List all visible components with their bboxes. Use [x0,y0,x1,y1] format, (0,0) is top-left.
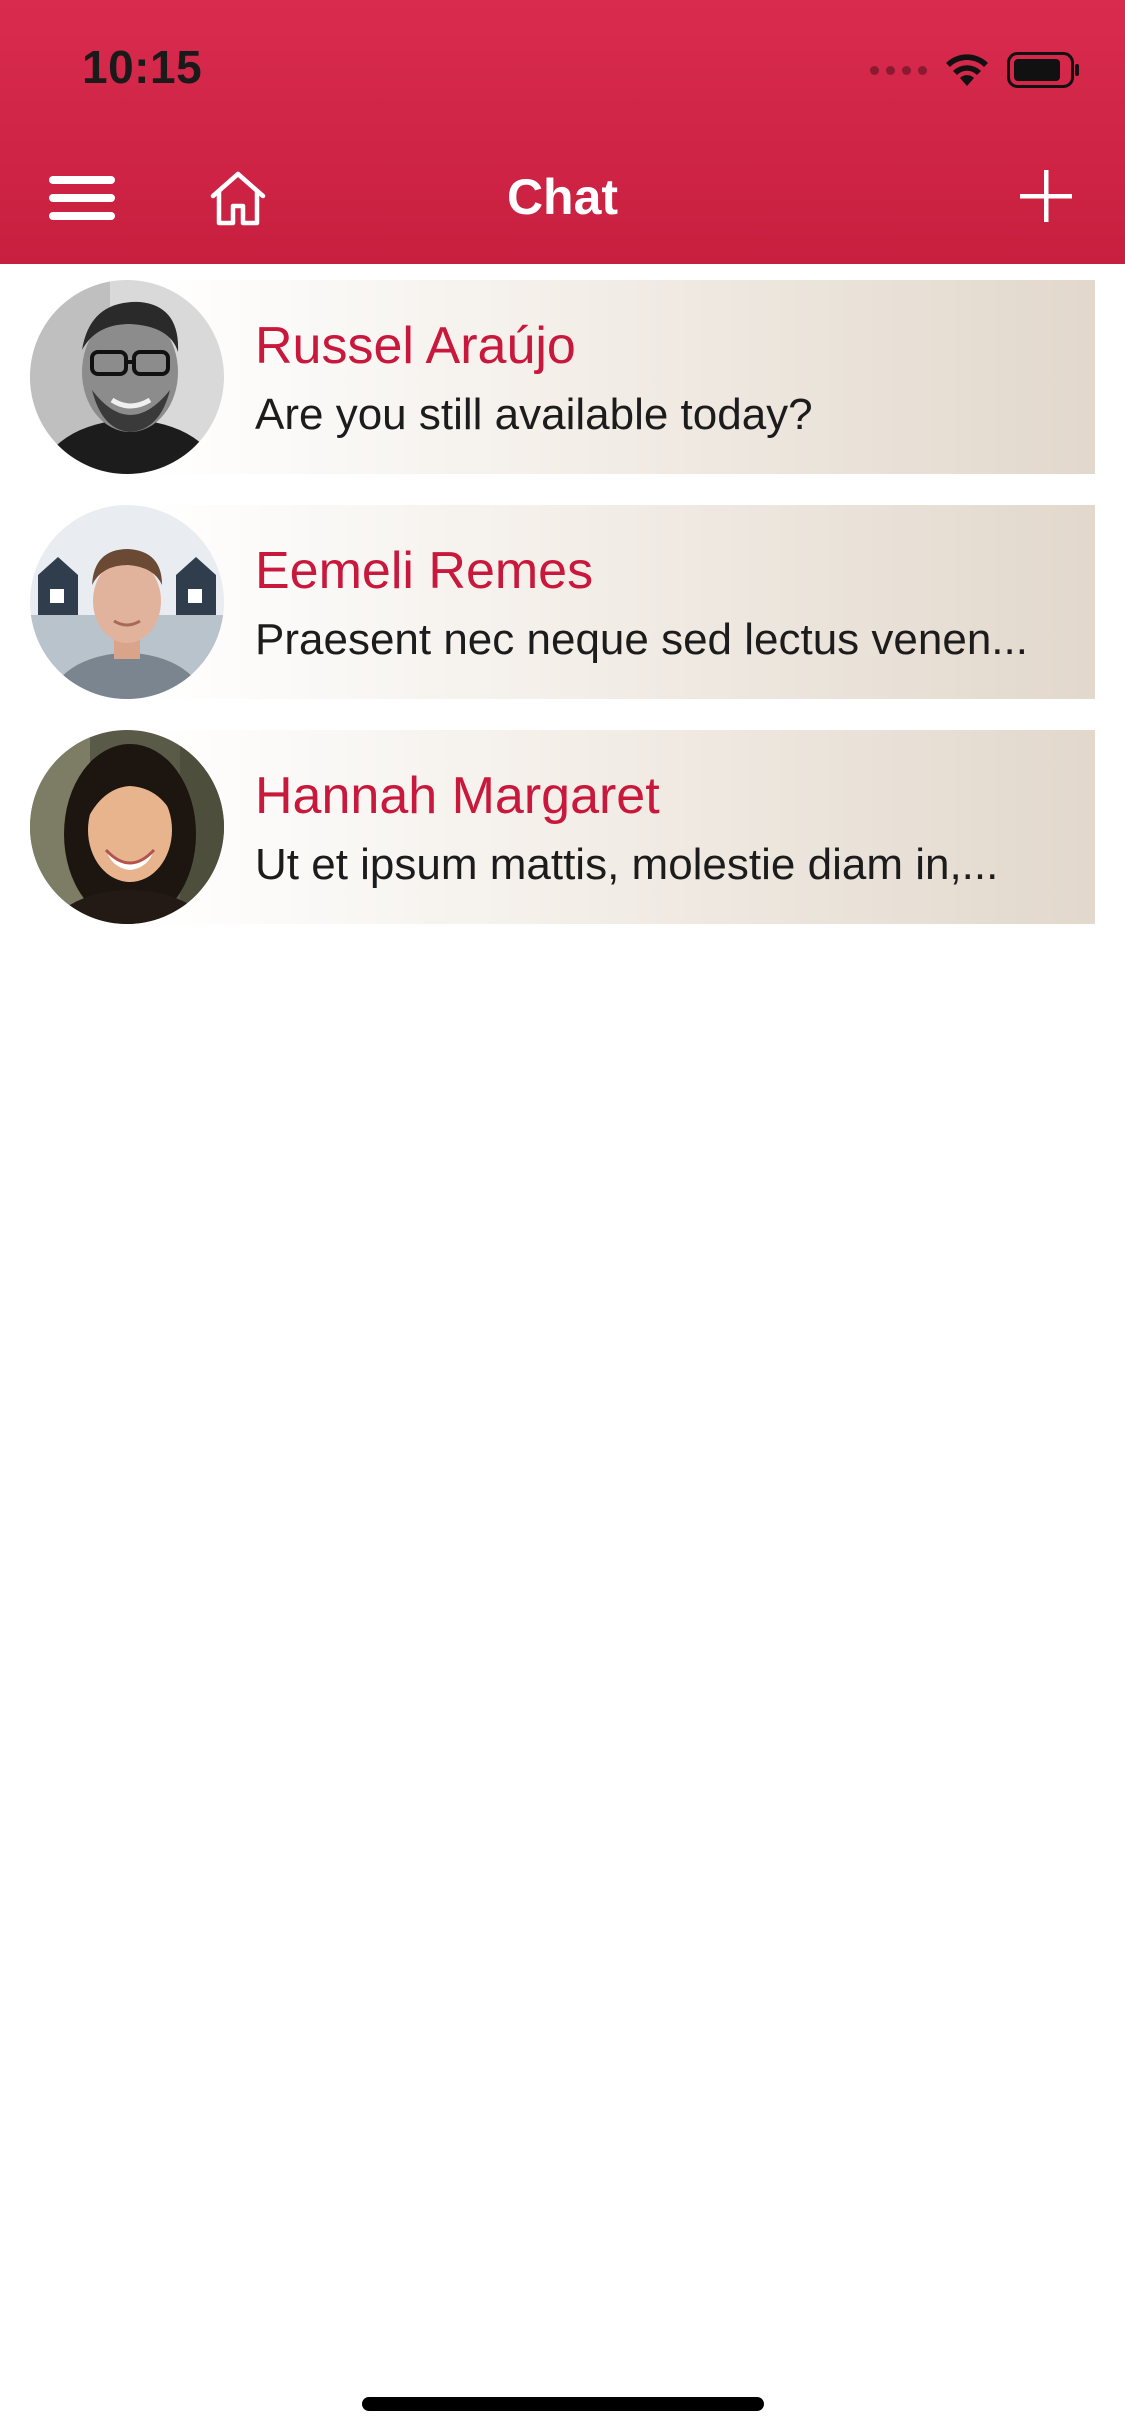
battery-icon [1007,52,1079,88]
avatar [30,505,224,699]
avatar-man-glasses [30,280,224,474]
chat-row-background [150,505,1095,699]
chat-row[interactable]: Russel Araújo Are you still available to… [0,264,1125,474]
wifi-icon [946,54,988,86]
chat-row-background [150,280,1095,474]
chat-row-background [150,730,1095,924]
chat-row[interactable]: Hannah Margaret Ut et ipsum mattis, mole… [0,714,1125,924]
cellular-signal-icon [870,65,927,75]
page-title: Chat [506,169,619,225]
plus-icon [1020,170,1072,222]
avatar-woman [30,730,224,924]
avatar [30,730,224,924]
avatar [30,280,224,474]
status-time: 10:15 [82,41,203,93]
contact-name: Eemeli Remes [255,542,594,600]
status-indicators [870,50,1081,90]
last-message: Are you still available today? [255,390,813,439]
last-message: Ut et ipsum mattis, molestie diam in,... [255,840,999,889]
new-chat-button[interactable] [1008,158,1084,234]
home-indicator[interactable] [362,2397,764,2411]
chat-row[interactable]: Eemeli Remes Praesent nec neque sed lect… [0,489,1125,699]
contact-name: Russel Araújo [255,317,576,375]
last-message: Praesent nec neque sed lectus venen... [255,615,1028,664]
contact-name: Hannah Margaret [255,767,660,825]
avatar-young-man [30,505,224,699]
top-bar: 10:15 Chat [0,0,1125,264]
